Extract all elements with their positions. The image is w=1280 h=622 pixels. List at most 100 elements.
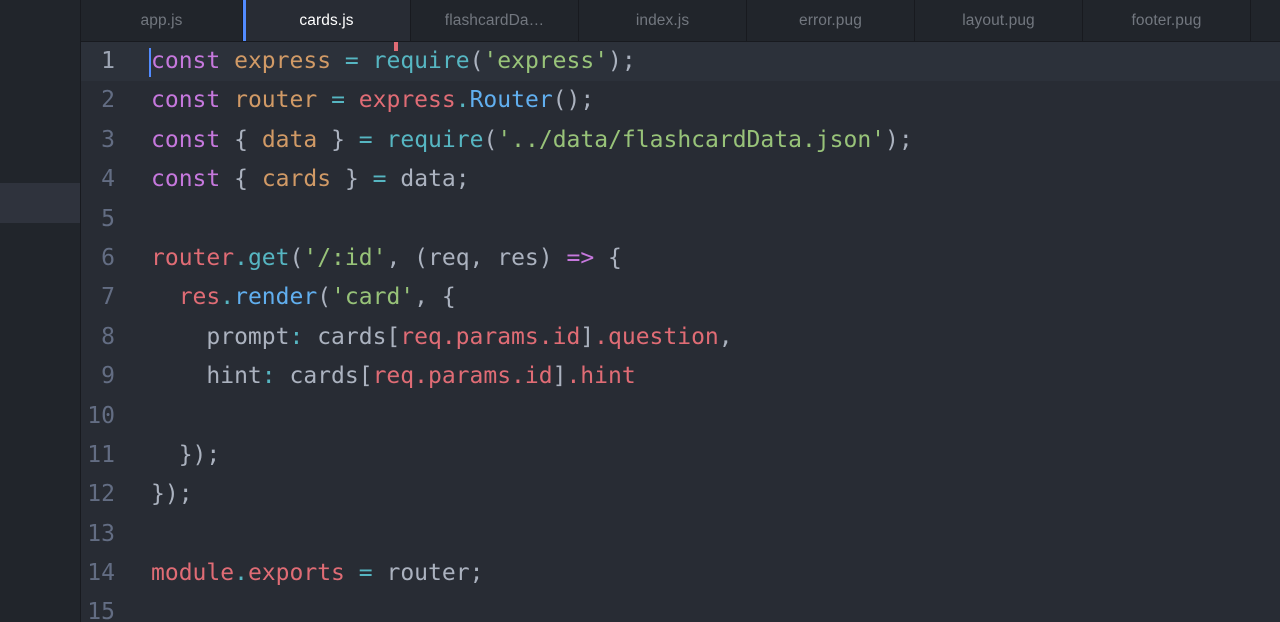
token-punct: }); — [151, 441, 221, 468]
token-keyword: const — [151, 48, 221, 74]
code-line[interactable]: 4 const { cards } = data; — [81, 160, 1280, 199]
token-punct: }); — [151, 481, 193, 508]
token-plain: , (req, res) — [386, 244, 567, 271]
line-number: 5 — [101, 205, 115, 232]
code-line-text[interactable]: res.render('card', { — [133, 278, 1280, 317]
code-line[interactable]: 14 module.exports = router; — [81, 554, 1280, 593]
token-plain: cards[ — [303, 323, 401, 350]
tab-error-pug[interactable]: error.pug — [747, 0, 915, 41]
token-plain: hint — [151, 363, 262, 390]
code-line[interactable]: 12}); — [81, 475, 1280, 514]
token-method: Router — [469, 87, 553, 114]
tab-cards-js[interactable]: cards.js — [243, 0, 411, 41]
line-number: 13 — [87, 520, 115, 547]
token-variable: cards — [261, 166, 332, 193]
code-line-text[interactable]: prompt: cards[req.params.id].question, — [133, 318, 1280, 357]
code-line[interactable]: 7 res.render('card', { — [81, 278, 1280, 317]
tab-bar: app.js cards.js flashcardDa… index.js error.… — [81, 0, 1280, 42]
line-number: 14 — [87, 560, 115, 587]
tab-flashcardda-[interactable]: flashcardDa… — [411, 0, 579, 41]
token-plain: cards[ — [275, 363, 373, 390]
token-keyword: const — [151, 126, 221, 153]
token-string: '/:id' — [303, 244, 387, 271]
code-line-text[interactable]: const { data } = require('../data/flashc… — [133, 121, 1280, 160]
token-punct: ; — [455, 166, 470, 193]
tab-layout-pug[interactable]: layout.pug — [915, 0, 1083, 41]
token-object: module — [151, 560, 235, 587]
line-number: 2 — [101, 87, 115, 114]
sidebar-selected-item[interactable] — [0, 183, 80, 223]
token-string: 'express' — [483, 48, 609, 74]
code-editor-pane[interactable]: 1 const express = require('express'); 2 con… — [81, 42, 1280, 622]
code-line[interactable]: 8 prompt: cards[req.params.id].question, — [81, 318, 1280, 357]
code-line-text[interactable]: }); — [133, 475, 1280, 514]
code-line-text[interactable]: module.exports = router; — [133, 554, 1280, 593]
token-punct: { — [234, 166, 248, 193]
code-line[interactable]: 1 const express = require('express'); — [81, 42, 1280, 82]
tab-label: cards.js — [299, 11, 354, 29]
code-line[interactable]: 10 — [81, 397, 1280, 436]
tab-app-js[interactable]: app.js — [81, 0, 243, 41]
line-number: 9 — [101, 363, 115, 390]
code-line-text[interactable]: }); — [133, 436, 1280, 475]
token-variable: data — [261, 126, 318, 153]
token-punct: , — [718, 323, 733, 350]
token-operator: : — [289, 323, 304, 350]
token-function: get — [247, 244, 290, 271]
line-number: 15 — [87, 599, 115, 622]
token-operator: . — [220, 284, 235, 311]
line-number: 3 — [101, 126, 115, 153]
tab-index-js[interactable]: index.js — [579, 0, 747, 41]
code-line[interactable]: 15 — [81, 593, 1280, 622]
token-punct: } — [331, 126, 345, 153]
code-line-text[interactable]: const router = express.Router(); — [133, 81, 1280, 120]
token-object: .question — [594, 323, 719, 350]
token-punct: ( — [469, 48, 484, 74]
code-line-text[interactable]: const { cards } = data; — [133, 160, 1280, 199]
code-line-text[interactable]: const express = require('express'); — [133, 42, 1280, 81]
code-line-text[interactable]: hint: cards[req.params.id].hint — [133, 357, 1280, 396]
tab-label: footer.pug — [1131, 11, 1202, 29]
code-line[interactable]: 3 const { data } = require('../data/flash… — [81, 121, 1280, 160]
tab-label: error.pug — [799, 11, 862, 29]
token-operator: . — [455, 87, 470, 114]
token-string: 'card' — [331, 284, 415, 311]
text-cursor — [149, 48, 151, 77]
token-variable: router — [234, 87, 318, 114]
code-line-text[interactable]: router.get('/:id', (req, res) => { — [133, 239, 1280, 278]
token-plain: ] — [580, 323, 595, 350]
token-object: express — [358, 87, 456, 114]
token-operator: = — [372, 166, 387, 193]
token-operator: = — [358, 126, 373, 153]
token-punct: ; — [898, 126, 913, 153]
token-operator: . — [234, 560, 248, 587]
token-punct: { — [594, 244, 622, 271]
tab-footer-pug[interactable]: footer.pug — [1083, 0, 1251, 41]
token-punct: () — [552, 87, 581, 114]
code-line[interactable]: 9 hint: cards[req.params.id].hint — [81, 357, 1280, 396]
token-plain: data — [400, 166, 456, 193]
token-plain: router — [386, 560, 470, 587]
tab-label: index.js — [635, 11, 690, 29]
code-line[interactable]: 11 }); — [81, 436, 1280, 475]
sidebar-panel[interactable] — [0, 0, 81, 622]
code-line[interactable]: 2 const router = express.Router(); — [81, 81, 1280, 120]
code-line[interactable]: 5 — [81, 200, 1280, 239]
line-number: 4 — [101, 166, 115, 193]
line-number: 1 — [101, 48, 115, 74]
token-operator: = — [331, 87, 345, 114]
code-line[interactable]: 6 router.get('/:id', (req, res) => { — [81, 239, 1280, 278]
token-variable: express — [234, 48, 332, 74]
token-operator: . — [234, 244, 248, 271]
code-line[interactable]: 13 — [81, 515, 1280, 554]
